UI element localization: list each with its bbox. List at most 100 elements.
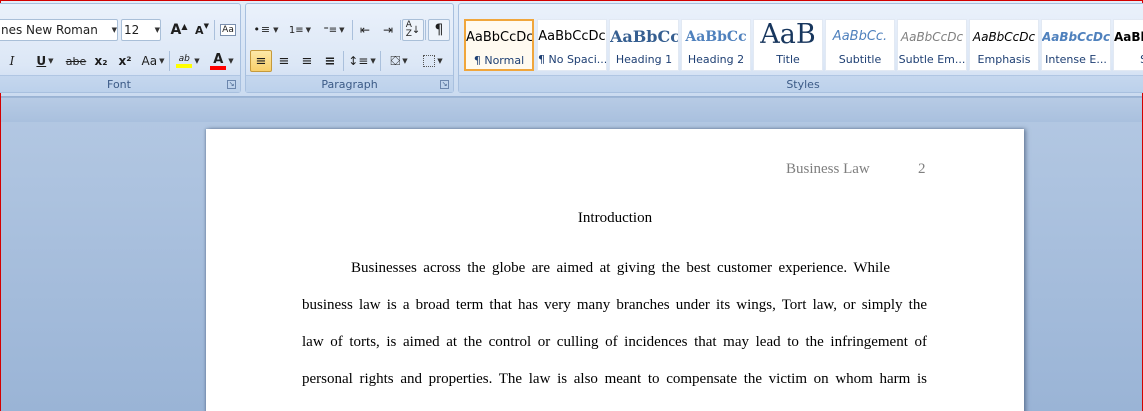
shrink-font-button[interactable]: A ▼	[191, 19, 213, 41]
font-size-combobox[interactable]: 12 ▼	[121, 19, 161, 41]
borders-icon	[423, 55, 436, 67]
align-center-button[interactable]: ≡	[273, 50, 295, 72]
font-dialog-launcher-icon[interactable]: ↘	[227, 80, 236, 89]
ribbon: nes New Roman ▼ 12 ▼ A ▲ A ▼ Aa I U ▼ abe x…	[0, 1, 1143, 97]
subscript-button[interactable]: x₂	[90, 50, 112, 72]
font-group: nes New Roman ▼ 12 ▼ A ▲ A ▼ Aa I U ▼ abe x…	[0, 3, 241, 93]
style-sample: AaB	[760, 20, 816, 50]
align-left-icon: ≡	[255, 53, 267, 69]
pilcrow-icon: ¶	[434, 22, 444, 38]
chevron-down-icon[interactable]: ▼	[306, 26, 311, 34]
body-line: Businesses across the globe are aimed at…	[351, 260, 890, 276]
decrease-indent-icon: ⇤	[359, 23, 371, 37]
align-right-icon: ≡	[301, 53, 313, 69]
style-name: ¶ No Spaci...	[538, 53, 606, 66]
italic-button[interactable]: I	[2, 50, 22, 72]
justify-button[interactable]: ≡	[319, 50, 341, 72]
strikethrough-button[interactable]: abe	[64, 50, 88, 72]
multilevel-list-icon: ⁼≡	[323, 24, 338, 36]
chevron-down-icon[interactable]: ▼	[402, 57, 407, 65]
style-name: Heading 2	[687, 53, 745, 66]
align-left-button[interactable]: ≡	[250, 50, 272, 72]
body-line: personal rights and properties. The law …	[302, 371, 927, 387]
bullets-button[interactable]: •≡ ▼	[250, 19, 282, 41]
style-name: Str	[1114, 52, 1143, 68]
section-heading: Introduction	[577, 210, 653, 226]
bullets-icon: •≡	[253, 23, 272, 36]
style-tile-subtle-emphasis[interactable]: AaBbCcDc Subtle Em...	[897, 19, 967, 71]
font-name-value: nes New Roman	[1, 23, 98, 37]
justify-icon: ≡	[324, 53, 336, 69]
style-tile-intense-emphasis[interactable]: AaBbCcDc Intense E...	[1041, 19, 1111, 71]
running-head: Business Law	[786, 161, 870, 177]
chevron-down-icon[interactable]: ▼	[112, 26, 117, 34]
page-number: 2	[918, 161, 926, 177]
style-sample: AaBbCcDc	[538, 29, 606, 44]
style-name: Intense E...	[1045, 53, 1107, 66]
chevron-down-icon[interactable]: ▼	[228, 57, 233, 65]
styles-group: AaBbCcDc ¶ Normal AaBbCcDc ¶ No Spaci...…	[458, 3, 1143, 93]
font-color-icon: A	[210, 53, 227, 70]
font-name-combobox[interactable]: nes New Roman ▼	[0, 19, 118, 41]
style-tile-title[interactable]: AaB Title	[753, 19, 823, 71]
style-tile-subtitle[interactable]: AaBbCc. Subtitle	[825, 19, 895, 71]
paragraph-group-label: Paragraph	[246, 75, 453, 92]
style-tile-normal[interactable]: AaBbCcDc ¶ Normal	[464, 19, 534, 71]
grow-font-button[interactable]: A ▲	[168, 19, 190, 41]
show-formatting-marks-button[interactable]: ¶	[428, 19, 450, 41]
chevron-down-icon[interactable]: ▼	[155, 26, 160, 34]
numbering-icon: 1≡	[288, 24, 304, 36]
style-sample: AaBbCc	[610, 27, 678, 46]
align-center-icon: ≡	[278, 53, 290, 69]
ruler-band	[1, 98, 1142, 122]
chevron-down-icon[interactable]: ▼	[437, 57, 442, 65]
numbering-button[interactable]: 1≡ ▼	[284, 19, 316, 41]
style-sample: AaBbCcDc	[1042, 30, 1110, 44]
chevron-down-icon[interactable]: ▼	[194, 57, 199, 65]
chevron-down-icon[interactable]: ▼	[370, 57, 375, 65]
style-tile-strong[interactable]: AaBbCcDc Str	[1113, 19, 1143, 71]
line-spacing-icon: ↕≡	[348, 54, 369, 68]
chevron-down-icon[interactable]: ▼	[339, 26, 344, 34]
clear-formatting-icon: Aa	[220, 24, 236, 36]
clear-formatting-button[interactable]: Aa	[217, 19, 239, 41]
highlighter-icon: ab	[176, 54, 193, 68]
chevron-down-icon[interactable]: ▼	[159, 57, 164, 65]
align-right-button[interactable]: ≡	[296, 50, 318, 72]
style-sample: AaBbCcDc	[900, 30, 964, 44]
style-name: Heading 1	[615, 53, 673, 66]
chevron-down-icon[interactable]: ▼	[273, 26, 278, 34]
line-spacing-button[interactable]: ↕≡ ▼	[346, 50, 378, 72]
paragraph-group: •≡ ▼ 1≡ ▼ ⁼≡ ▼ ⇤ ⇥ A Z ↓ ¶ ≡ ≡ ≡ ≡ ↕≡ ▼ …	[245, 3, 454, 93]
body-line: law of torts, is aimed at the control or…	[302, 334, 927, 350]
style-tile-no-spacing[interactable]: AaBbCcDc ¶ No Spaci...	[537, 19, 607, 71]
document-page[interactable]: Business Law 2 Introduction Businesses a…	[206, 129, 1024, 411]
body-line: business law is a broad term that has ve…	[302, 297, 927, 313]
shading-button[interactable]: ⛋ ▼	[383, 50, 415, 72]
underline-button[interactable]: U ▼	[30, 50, 60, 72]
style-name: Emphasis	[977, 53, 1031, 66]
font-size-value: 12	[124, 23, 140, 37]
style-sample: AaBbCcDc	[972, 30, 1036, 44]
chevron-down-icon[interactable]: ▼	[48, 57, 53, 65]
style-tile-heading-2[interactable]: AaBbCc Heading 2	[681, 19, 751, 71]
superscript-button[interactable]: x²	[114, 50, 136, 72]
sort-button[interactable]: A Z ↓	[402, 19, 424, 41]
style-tile-emphasis[interactable]: AaBbCcDc Emphasis	[969, 19, 1039, 71]
font-color-button[interactable]: A ▼	[206, 50, 238, 72]
paragraph-dialog-launcher-icon[interactable]: ↘	[440, 80, 449, 89]
text-highlight-button[interactable]: ab ▼	[172, 50, 204, 72]
style-sample: AaBbCcDc	[466, 30, 532, 45]
decrease-indent-button[interactable]: ⇤	[354, 19, 376, 41]
borders-button[interactable]: ▼	[417, 50, 449, 72]
styles-group-label: Styles	[459, 75, 1143, 92]
style-name: Subtle Em...	[898, 53, 966, 66]
change-case-button[interactable]: Aa ▼	[138, 50, 168, 72]
style-name: Title	[776, 53, 800, 66]
style-name: ¶ Normal	[473, 54, 525, 67]
multilevel-list-button[interactable]: ⁼≡ ▼	[318, 19, 350, 41]
style-tile-heading-1[interactable]: AaBbCc Heading 1	[609, 19, 679, 71]
style-sample: AaBbCcDc	[1114, 30, 1143, 44]
style-sample: AaBbCc.	[832, 29, 888, 44]
increase-indent-button[interactable]: ⇥	[377, 19, 399, 41]
